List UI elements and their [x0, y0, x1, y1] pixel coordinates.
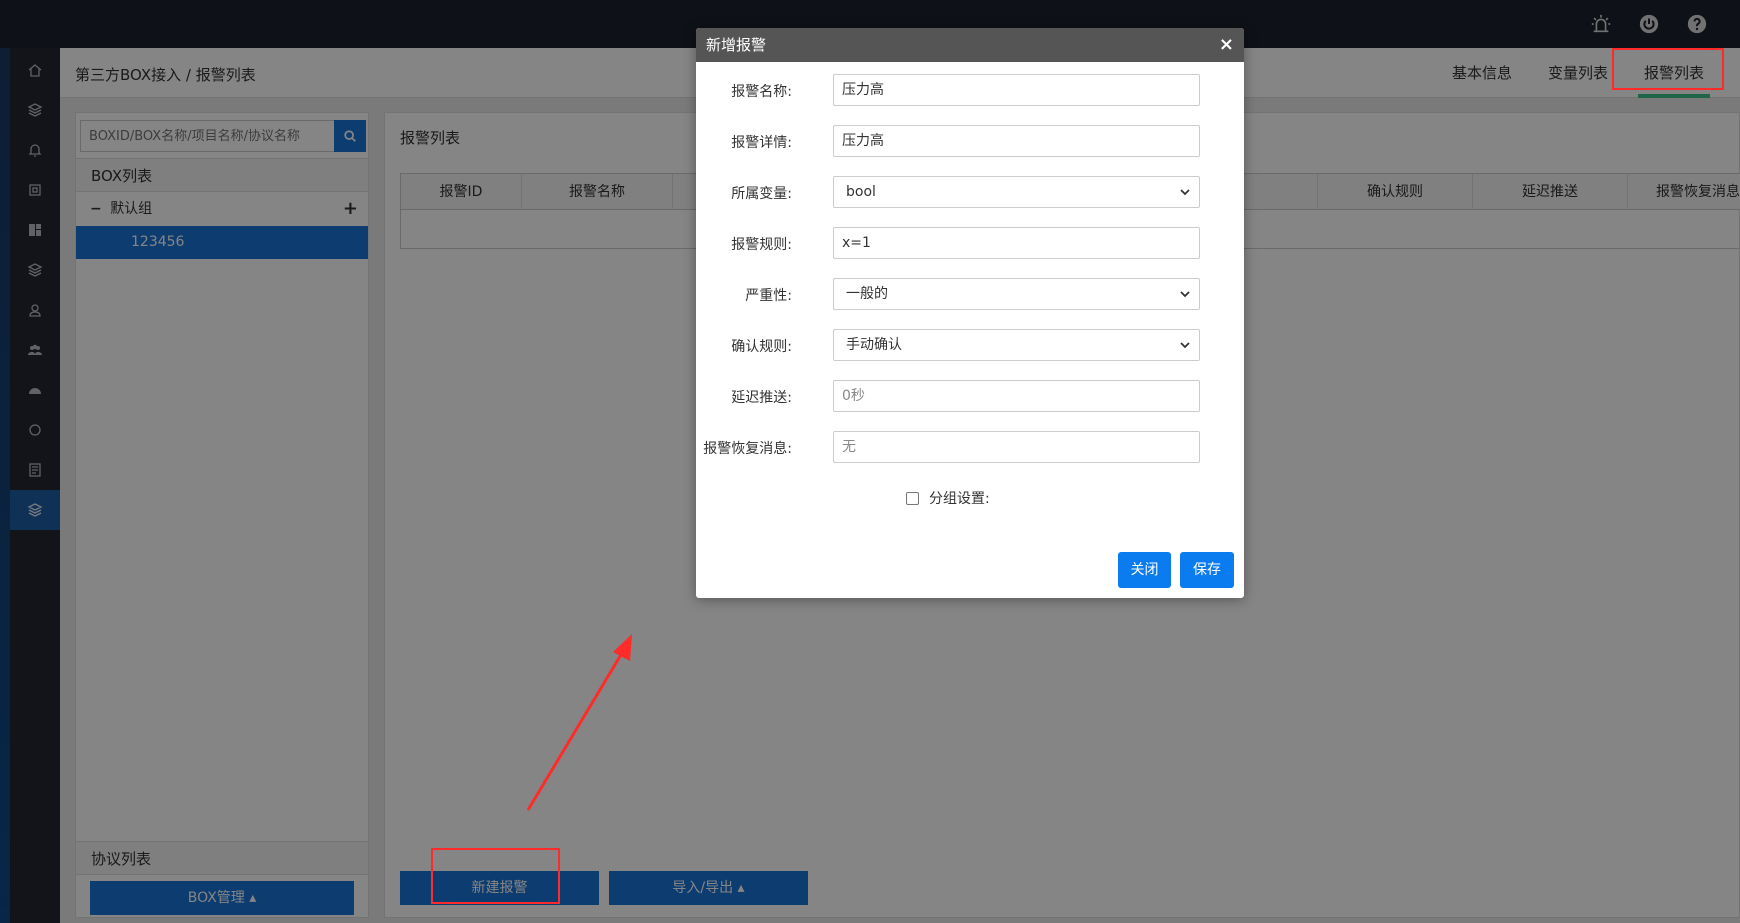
chevron-down-icon	[1180, 291, 1190, 298]
form-row-rule: 报警规则: x=1	[696, 227, 1244, 259]
form-row-severity: 严重性: 一般的	[696, 278, 1244, 310]
alarm-detail-label: 报警详情:	[731, 135, 792, 151]
variable-select[interactable]: bool	[833, 176, 1200, 208]
dialog-header: 新增报警 ×	[696, 28, 1244, 62]
severity-select[interactable]: 一般的	[833, 278, 1200, 310]
severity-label: 严重性:	[745, 288, 792, 304]
close-icon[interactable]: ×	[1219, 28, 1234, 62]
confirm-rule-select-value: 手动确认	[846, 337, 902, 353]
save-button[interactable]: 保存	[1180, 552, 1234, 588]
form-row-confirm-rule: 确认规则: 手动确认	[696, 329, 1244, 361]
close-button[interactable]: 关闭	[1118, 552, 1171, 588]
rule-label: 报警规则:	[731, 237, 792, 253]
form-row-recovery-msg: 报警恢复消息: 无	[696, 431, 1244, 463]
recovery-msg-input[interactable]: 无	[833, 431, 1200, 463]
delay-push-input[interactable]: 0秒	[833, 380, 1200, 412]
group-setting-row: 分组设置:	[906, 488, 990, 508]
confirm-rule-label: 确认规则:	[731, 339, 792, 355]
dialog-title: 新增报警	[706, 36, 767, 54]
variable-select-value: bool	[846, 184, 876, 200]
chevron-down-icon	[1180, 189, 1190, 196]
alarm-name-input[interactable]: 压力高	[833, 74, 1200, 106]
form-row-alarm-name: 报警名称: 压力高	[696, 74, 1244, 106]
recovery-msg-label: 报警恢复消息:	[703, 441, 792, 457]
annotation-box-alarm-tab	[1612, 48, 1724, 90]
form-row-delay-push: 延迟推送: 0秒	[696, 380, 1244, 412]
alarm-name-label: 报警名称:	[731, 84, 792, 100]
form-row-variable: 所属变量: bool	[696, 176, 1244, 208]
delay-push-label: 延迟推送:	[731, 390, 792, 406]
form-row-alarm-detail: 报警详情: 压力高	[696, 125, 1244, 157]
confirm-rule-select[interactable]: 手动确认	[833, 329, 1200, 361]
rule-input[interactable]: x=1	[833, 227, 1200, 259]
severity-select-value: 一般的	[846, 286, 888, 302]
alarm-detail-input[interactable]: 压力高	[833, 125, 1200, 157]
annotation-box-new-alarm	[431, 848, 560, 904]
group-setting-label: 分组设置:	[929, 491, 990, 507]
group-setting-checkbox[interactable]	[906, 491, 919, 505]
chevron-down-icon	[1180, 342, 1190, 349]
variable-label: 所属变量:	[731, 186, 792, 202]
new-alarm-dialog: 新增报警 × 报警名称: 压力高 报警详情: 压力高 所属变量: bool 报警…	[696, 28, 1244, 598]
